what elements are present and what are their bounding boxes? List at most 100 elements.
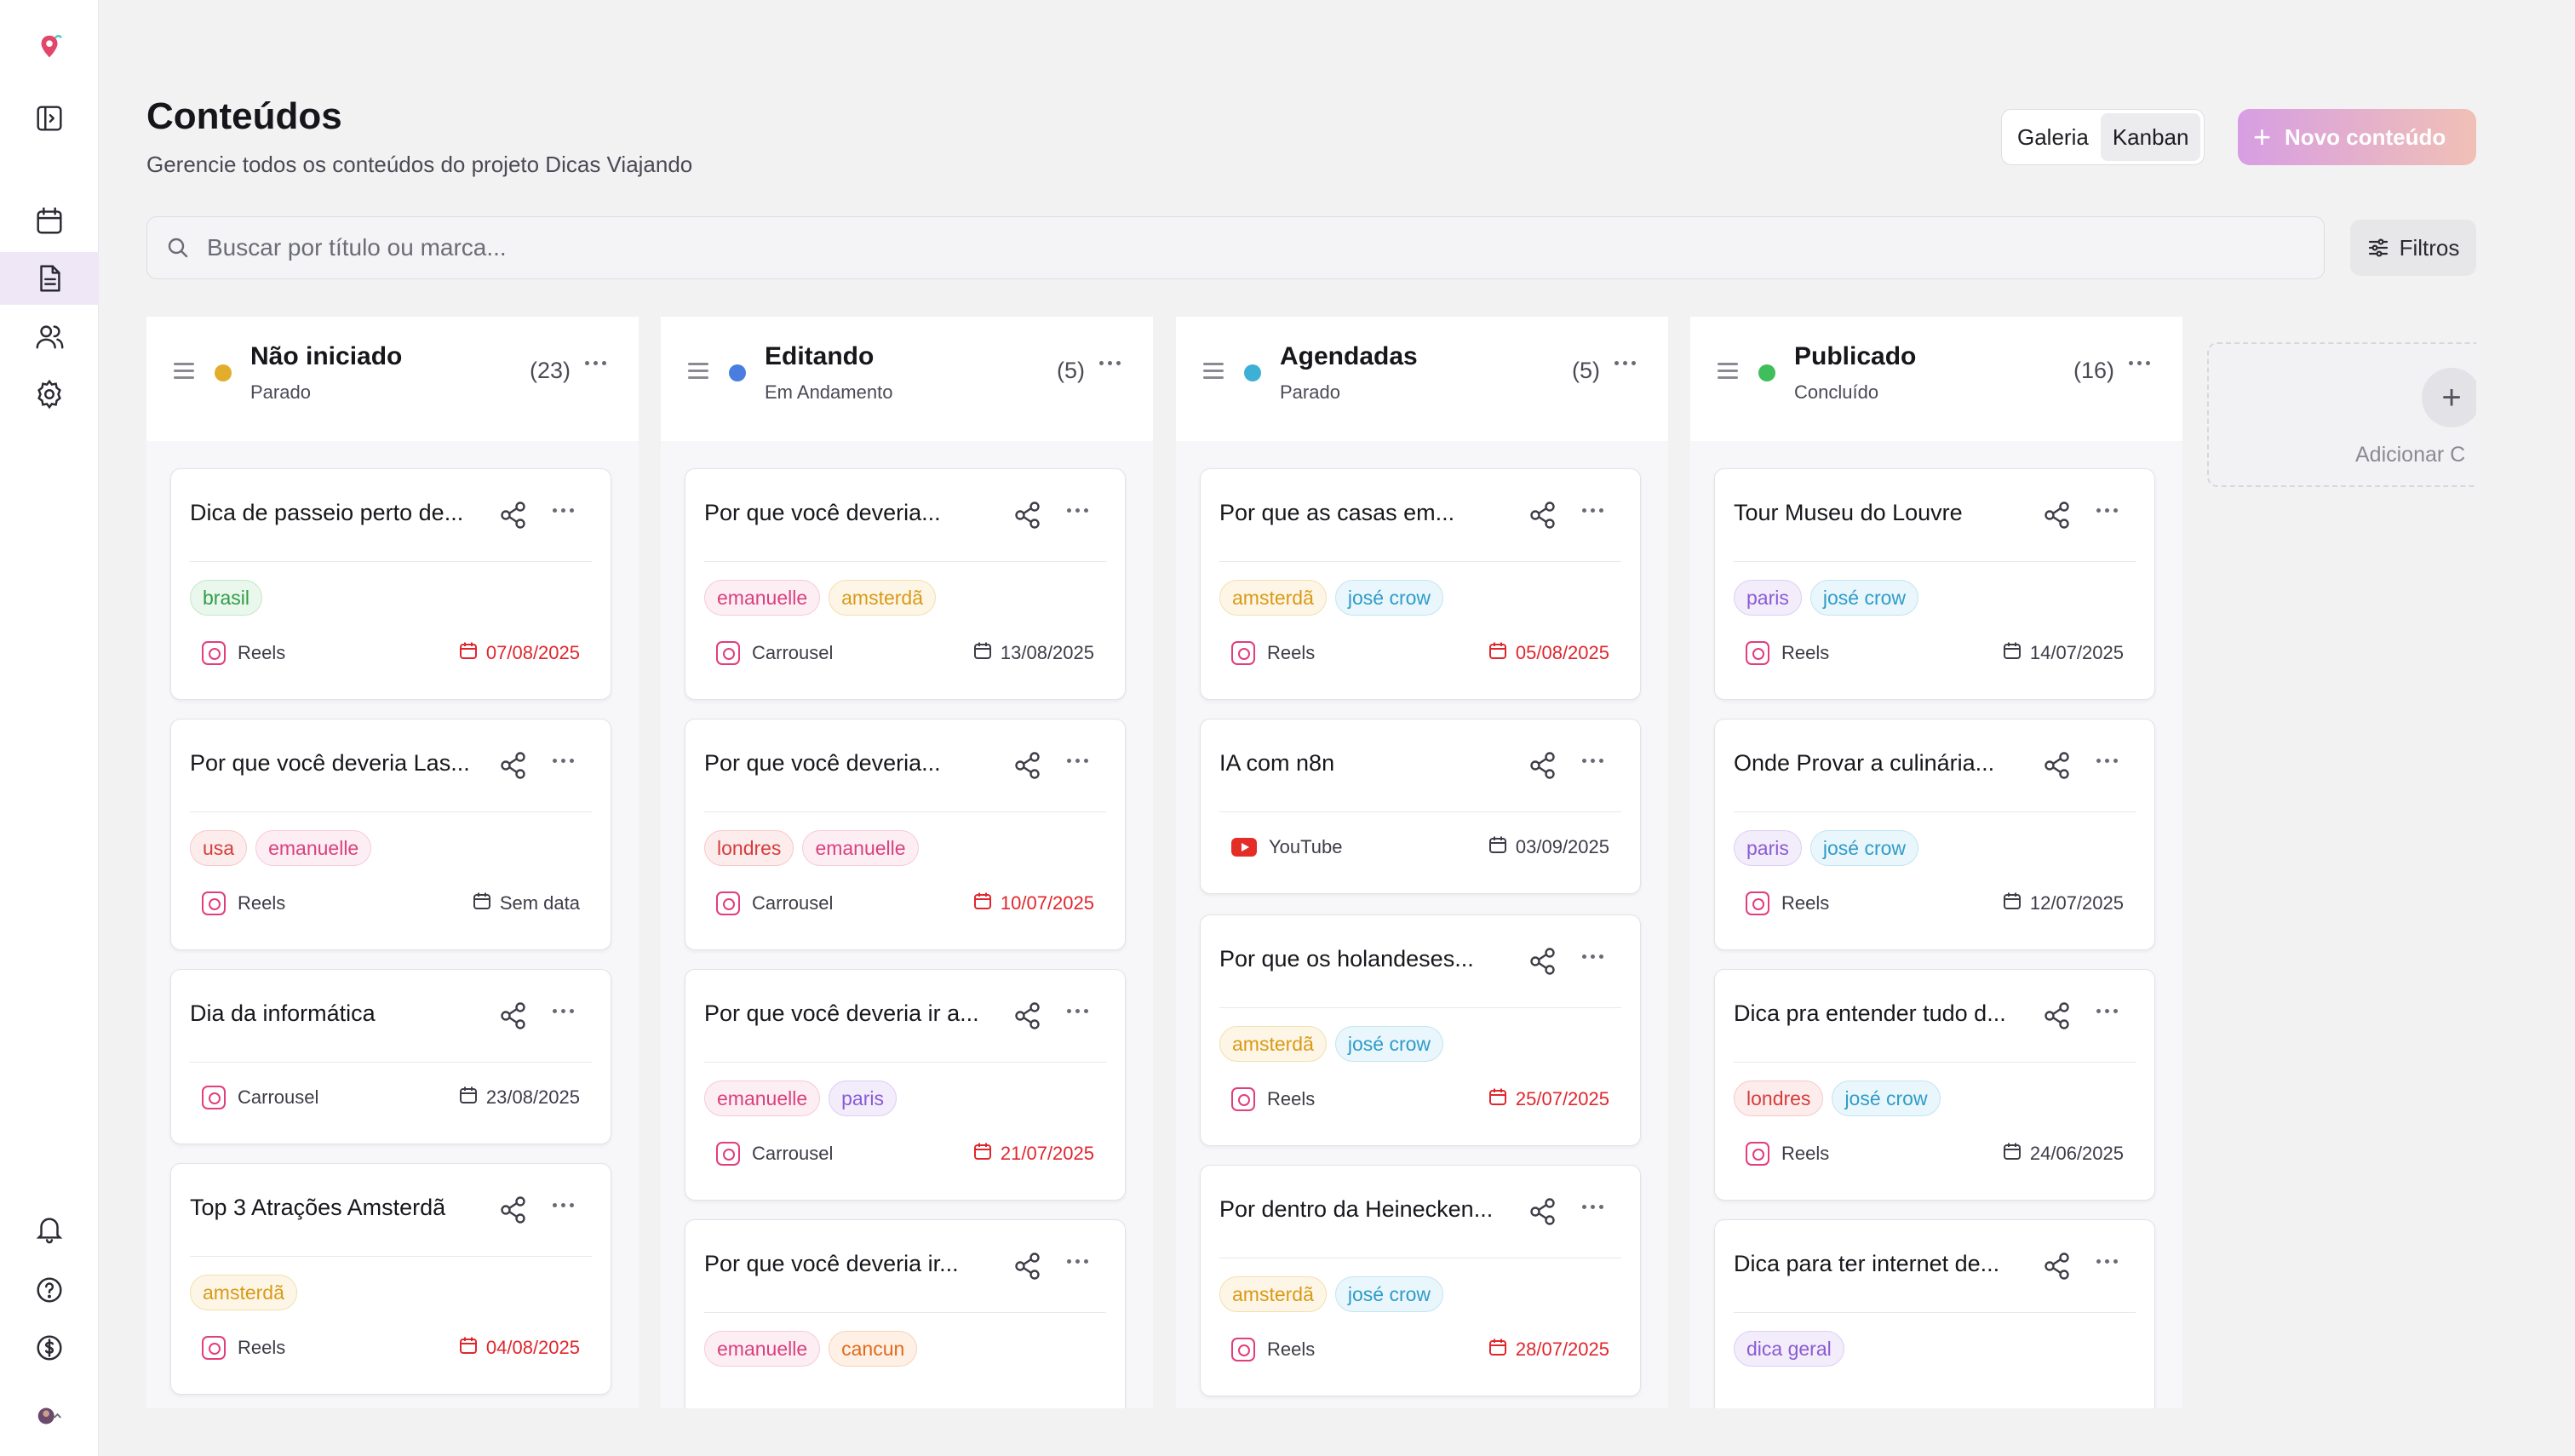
add-column-button[interactable]: + Adicionar C xyxy=(2207,342,2476,487)
tag-list: paris josé crow xyxy=(1734,830,1919,866)
content-card[interactable]: Por que você deveria Las... usa emanuelle R… xyxy=(170,719,611,950)
drag-handle-icon[interactable] xyxy=(1718,363,1738,380)
share-icon[interactable] xyxy=(2042,750,2073,781)
card-more-icon[interactable] xyxy=(553,759,574,763)
card-title: Por que você deveria ir a... xyxy=(704,1000,979,1026)
avatar[interactable] xyxy=(0,1390,99,1442)
share-icon[interactable] xyxy=(498,1195,529,1225)
help-icon[interactable] xyxy=(0,1264,99,1316)
users-icon[interactable] xyxy=(0,310,99,363)
search-input[interactable] xyxy=(207,234,2251,261)
content-card[interactable]: Por dentro da Heinecken... amsterdã josé c… xyxy=(1200,1165,1641,1396)
content-card[interactable]: Por que você deveria... londres emanuelle C… xyxy=(685,719,1126,950)
card-divider xyxy=(704,1312,1106,1313)
column-more-icon[interactable] xyxy=(1099,361,1121,365)
card-more-icon[interactable] xyxy=(1067,1259,1088,1264)
settings-icon[interactable] xyxy=(0,368,99,421)
filters-button[interactable]: Filtros xyxy=(2350,220,2476,276)
drag-handle-icon[interactable] xyxy=(688,363,708,380)
card-more-icon[interactable] xyxy=(2096,1009,2118,1013)
content-card[interactable]: Top 3 Atrações Amsterdã amsterdã Reels 04/0… xyxy=(170,1163,611,1395)
content-card[interactable]: Dica pra entender tudo d... londres josé c… xyxy=(1714,969,2155,1201)
platform-name: Reels xyxy=(1781,892,1830,914)
platform-name: Carrousel xyxy=(752,642,834,663)
share-icon[interactable] xyxy=(2042,1251,2073,1281)
kanban-board: Publicado Concluído (16) Tour Museu do Louv… xyxy=(146,317,2476,1408)
tag-badge: josé crow xyxy=(1832,1081,1941,1116)
instagram-icon xyxy=(716,891,740,915)
card-divider xyxy=(1219,561,1621,562)
card-more-icon[interactable] xyxy=(1582,508,1603,513)
content-card[interactable]: Por que você deveria ir a... emanuelle par… xyxy=(685,969,1126,1201)
due-date: 28/07/2025 xyxy=(1488,1338,1609,1361)
share-icon[interactable] xyxy=(1528,1196,1558,1227)
instagram-icon xyxy=(1746,891,1769,915)
calendar-icon xyxy=(2003,1142,2022,1166)
status-dot xyxy=(729,364,746,381)
card-more-icon[interactable] xyxy=(1067,1009,1088,1013)
card-more-icon[interactable] xyxy=(1067,508,1088,513)
card-more-icon[interactable] xyxy=(1582,759,1603,763)
kanban-view-button[interactable]: Kanban xyxy=(2100,113,2201,161)
card-more-icon[interactable] xyxy=(2096,1259,2118,1264)
card-more-icon[interactable] xyxy=(1067,759,1088,763)
new-content-label: Novo conteúdo xyxy=(2285,123,2446,150)
due-date: 04/08/2025 xyxy=(459,1336,580,1360)
card-more-icon[interactable] xyxy=(2096,508,2118,513)
share-icon[interactable] xyxy=(1012,500,1043,530)
card-divider xyxy=(704,561,1106,562)
content-card[interactable]: Por que os holandeses... amsterdã josé cro… xyxy=(1200,914,1641,1146)
card-more-icon[interactable] xyxy=(2096,759,2118,763)
drag-handle-icon[interactable] xyxy=(1203,363,1224,380)
content-card[interactable]: Dia da informática Carrousel 23/08/2025 xyxy=(170,969,611,1144)
content-card[interactable]: Tour Museu do Louvre paris josé crow Reels 1… xyxy=(1714,468,2155,700)
card-divider xyxy=(1734,1062,2136,1063)
content-card[interactable]: IA com n8n YouTube 03/09/2025 xyxy=(1200,719,1641,894)
due-date: 07/08/2025 xyxy=(459,641,580,665)
platform-name: Reels xyxy=(238,1337,286,1358)
bell-icon[interactable] xyxy=(0,1202,99,1255)
content-card[interactable]: Por que as casas em... amsterdã josé crow R… xyxy=(1200,468,1641,700)
share-icon[interactable] xyxy=(1012,1251,1043,1281)
share-icon[interactable] xyxy=(498,500,529,530)
column-more-icon[interactable] xyxy=(585,361,606,365)
content-card[interactable]: Dica de passeio perto de... brasil Reels 07… xyxy=(170,468,611,700)
share-icon[interactable] xyxy=(1012,1000,1043,1031)
tag-badge: amsterdã xyxy=(1219,580,1327,616)
document-icon[interactable] xyxy=(0,252,99,305)
content-card[interactable]: Por que você deveria ir... emanuelle cancu… xyxy=(685,1219,1126,1408)
calendar-icon xyxy=(459,1086,478,1109)
content-card[interactable]: Dica para ter internet de... dica geral xyxy=(1714,1219,2155,1408)
sidebar-toggle-icon[interactable] xyxy=(0,92,99,145)
share-icon[interactable] xyxy=(498,1000,529,1031)
share-icon[interactable] xyxy=(2042,1000,2073,1031)
new-content-button[interactable]: + Novo conteúdo xyxy=(2238,109,2476,165)
share-icon[interactable] xyxy=(2042,500,2073,530)
card-more-icon[interactable] xyxy=(1582,954,1603,959)
card-more-icon[interactable] xyxy=(553,1203,574,1207)
logo-icon[interactable] xyxy=(0,20,99,73)
card-divider xyxy=(190,1062,592,1063)
search-icon xyxy=(168,238,188,258)
calendar-icon xyxy=(459,1336,478,1360)
card-more-icon[interactable] xyxy=(553,1009,574,1013)
due-date-text: 14/07/2025 xyxy=(2029,642,2124,663)
calendar-icon[interactable] xyxy=(0,194,99,247)
column-more-icon[interactable] xyxy=(1614,361,1636,365)
calendar-icon xyxy=(473,891,491,915)
platform-name: Reels xyxy=(1781,1143,1830,1164)
share-icon[interactable] xyxy=(1012,750,1043,781)
share-icon[interactable] xyxy=(1528,750,1558,781)
instagram-icon xyxy=(716,641,740,665)
dollar-icon[interactable] xyxy=(0,1321,99,1374)
card-more-icon[interactable] xyxy=(553,508,574,513)
content-card[interactable]: Por que você deveria... emanuelle amsterdã… xyxy=(685,468,1126,700)
content-card[interactable]: Onde Provar a culinária... paris josé crow… xyxy=(1714,719,2155,950)
card-more-icon[interactable] xyxy=(1582,1205,1603,1209)
share-icon[interactable] xyxy=(1528,500,1558,530)
share-icon[interactable] xyxy=(1528,946,1558,977)
column-more-icon[interactable] xyxy=(2129,361,2150,365)
share-icon[interactable] xyxy=(498,750,529,781)
gallery-view-button[interactable]: Galeria xyxy=(2005,113,2101,161)
drag-handle-icon[interactable] xyxy=(174,363,194,380)
